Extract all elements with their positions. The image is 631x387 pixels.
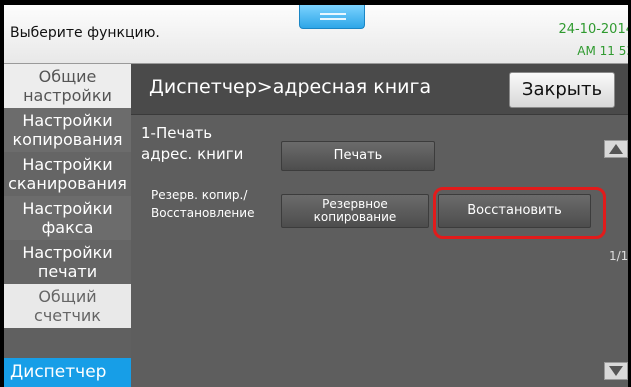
menu-item-manager[interactable]: Диспетчер xyxy=(4,358,131,387)
page-header: Диспетчер>адресная книга Закрыть xyxy=(131,64,628,115)
backup-restore-label: Резерв. копир./ Восстановление xyxy=(151,188,255,220)
print-button[interactable]: Печать xyxy=(281,141,435,171)
menu-item-total-counter[interactable]: Общий счетчик xyxy=(4,284,131,328)
print-address-book-label: 1-Печать адрес. книги xyxy=(141,124,244,163)
function-menu: Общие настройки Настройки копирования На… xyxy=(4,64,131,387)
arrow-up-icon xyxy=(609,144,623,154)
page-indicator: 1/1 xyxy=(609,249,628,263)
page-title: Диспетчер>адресная книга xyxy=(149,76,432,98)
time-text: AM 11 53 xyxy=(577,44,628,58)
restore-highlight-frame xyxy=(433,187,606,239)
menu-item-print-settings[interactable]: Настройки печати xyxy=(4,240,131,284)
tab-line-icon xyxy=(320,13,346,15)
menu-item-general-settings[interactable]: Общие настройки xyxy=(4,64,131,108)
arrow-down-icon xyxy=(609,366,623,376)
menu-item-fax-settings[interactable]: Настройки факса xyxy=(4,196,131,240)
scroll-down-button[interactable] xyxy=(604,362,628,380)
date-text: 24-10-2014 xyxy=(558,22,628,37)
device-screen: Выберите функцию. 24-10-2014 AM 11 53 Об… xyxy=(0,0,631,387)
pull-down-tab[interactable] xyxy=(299,5,365,29)
tab-line-icon xyxy=(320,18,346,20)
main-panel: Диспетчер>адресная книга Закрыть 1-Печат… xyxy=(131,64,628,387)
menu-item-scan-settings[interactable]: Настройки сканирования xyxy=(4,152,131,196)
menu-spacer xyxy=(4,328,131,358)
menu-item-copy-settings[interactable]: Настройки копирования xyxy=(4,108,131,152)
close-button[interactable]: Закрыть xyxy=(509,72,615,108)
prompt-text: Выберите функцию. xyxy=(10,25,160,41)
status-bar: Выберите функцию. 24-10-2014 AM 11 53 xyxy=(4,5,628,64)
backup-button[interactable]: Резервное копирование xyxy=(281,194,429,228)
scroll-up-button[interactable] xyxy=(604,140,628,158)
panel-frame: Выберите функцию. 24-10-2014 AM 11 53 Об… xyxy=(4,5,628,387)
